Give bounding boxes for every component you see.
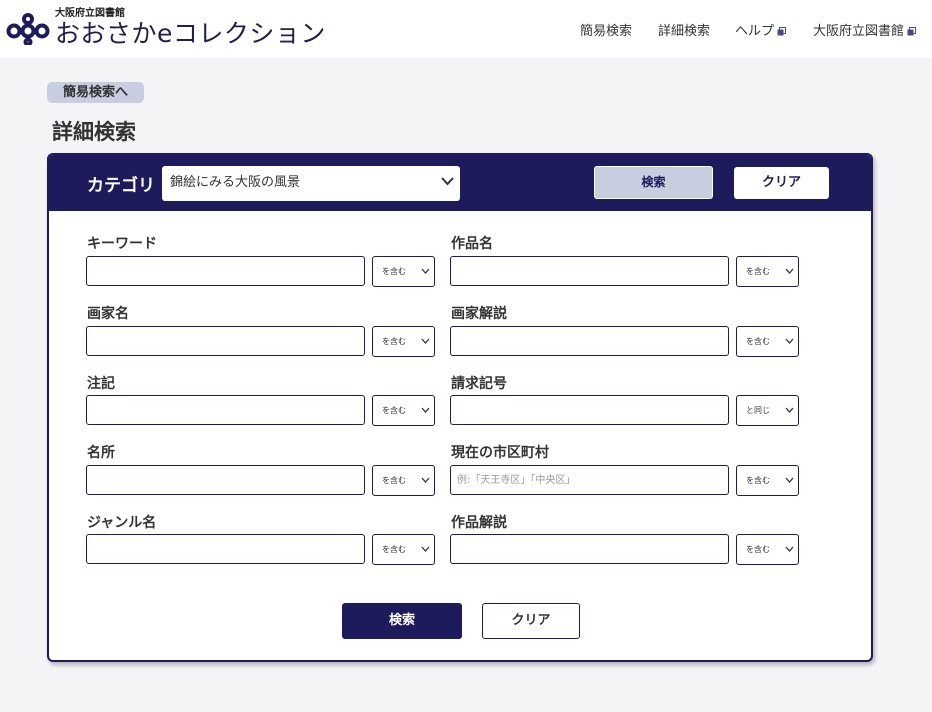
notes-input[interactable] <box>86 395 365 425</box>
work-title-match-select[interactable]: を含む <box>736 256 799 287</box>
site-logo-title[interactable]: おおさかeコレクション <box>55 14 326 50</box>
osaka-prefecture-logo-icon[interactable] <box>6 13 50 45</box>
keyword-match-select[interactable]: を含む <box>372 256 435 287</box>
category-label: カテゴリ <box>87 176 155 196</box>
external-link-icon <box>777 27 787 36</box>
chevron-down-icon <box>785 546 794 552</box>
chevron-down-icon <box>421 477 430 483</box>
match-option: を含む <box>746 545 770 554</box>
match-option: を含む <box>746 476 770 485</box>
nav-label: 簡易検索 <box>580 24 633 39</box>
match-option: を含む <box>382 267 406 276</box>
category-clear-button[interactable]: クリア <box>734 167 829 199</box>
artist-name-input[interactable] <box>86 326 365 356</box>
keyword-label: キーワード <box>87 236 157 252</box>
notes-label: 注記 <box>87 376 115 392</box>
nav-help[interactable]: ヘルプ <box>735 20 787 39</box>
match-option: を含む <box>746 337 770 346</box>
notes-match-select[interactable]: を含む <box>372 395 435 426</box>
chevron-down-icon <box>441 177 454 186</box>
nav-label: ヘルプ <box>735 24 775 39</box>
clear-button[interactable]: クリア <box>482 603 580 639</box>
current-municipality-input[interactable] <box>450 465 729 495</box>
site-header: 大阪府立図書館 おおさかeコレクション 簡易検索 詳細検索 ヘルプ 大阪府立図書… <box>0 0 932 58</box>
nav-osaka-library[interactable]: 大阪府立図書館 <box>813 20 917 39</box>
chevron-down-icon <box>785 407 794 413</box>
chevron-down-icon <box>785 268 794 274</box>
match-option: を含む <box>382 406 406 415</box>
work-description-match-select[interactable]: を含む <box>736 534 799 565</box>
match-option: を含む <box>382 476 406 485</box>
chevron-down-icon <box>785 477 794 483</box>
current-municipality-match-select[interactable]: を含む <box>736 465 799 496</box>
nav-advanced-search[interactable]: 詳細検索 <box>658 20 710 39</box>
chevron-down-icon <box>421 338 430 344</box>
call-number-match-select[interactable]: と同じ <box>736 395 799 426</box>
match-option: を含む <box>382 545 406 554</box>
call-number-input[interactable] <box>450 395 729 425</box>
nav-label: 詳細検索 <box>658 24 711 39</box>
famous-place-label: 名所 <box>87 445 115 461</box>
artist-name-match-select[interactable]: を含む <box>372 326 435 357</box>
category-selected-value: 錦絵にみる大阪の風景 <box>170 175 301 190</box>
match-option: と同じ <box>746 406 770 415</box>
advanced-search-panel: カテゴリ 錦絵にみる大阪の風景 検索 クリア キーワード を含む 作品名 を含む… <box>47 153 873 662</box>
work-description-input[interactable] <box>450 534 729 564</box>
back-to-simple-search-button[interactable]: 簡易検索へ <box>47 82 144 103</box>
famous-place-match-select[interactable]: を含む <box>372 465 435 496</box>
keyword-input[interactable] <box>86 256 365 286</box>
genre-name-match-select[interactable]: を含む <box>372 534 435 565</box>
call-number-label: 請求記号 <box>451 376 507 392</box>
chevron-down-icon <box>421 546 430 552</box>
current-municipality-label: 現在の市区町村 <box>451 445 549 461</box>
artist-name-label: 画家名 <box>87 306 129 322</box>
artist-description-label: 画家解説 <box>451 306 507 322</box>
page-title: 詳細検索 <box>52 120 136 144</box>
chevron-down-icon <box>785 338 794 344</box>
artist-description-match-select[interactable]: を含む <box>736 326 799 357</box>
nav-simple-search[interactable]: 簡易検索 <box>580 20 632 39</box>
work-title-input[interactable] <box>450 256 729 286</box>
genre-name-input[interactable] <box>86 534 365 564</box>
nav-label: 大阪府立図書館 <box>813 24 905 39</box>
chevron-down-icon <box>421 407 430 413</box>
chevron-down-icon <box>421 268 430 274</box>
work-description-label: 作品解説 <box>451 515 507 531</box>
category-bar: カテゴリ 錦絵にみる大阪の風景 検索 クリア <box>49 155 871 211</box>
work-title-label: 作品名 <box>451 236 493 252</box>
genre-name-label: ジャンル名 <box>87 515 157 531</box>
famous-place-input[interactable] <box>86 465 365 495</box>
category-select[interactable]: 錦絵にみる大阪の風景 <box>162 166 460 201</box>
match-option: を含む <box>746 267 770 276</box>
artist-description-input[interactable] <box>450 326 729 356</box>
external-link-icon <box>907 27 917 36</box>
search-button[interactable]: 検索 <box>342 603 462 639</box>
category-search-button[interactable]: 検索 <box>594 166 713 199</box>
match-option: を含む <box>382 337 406 346</box>
